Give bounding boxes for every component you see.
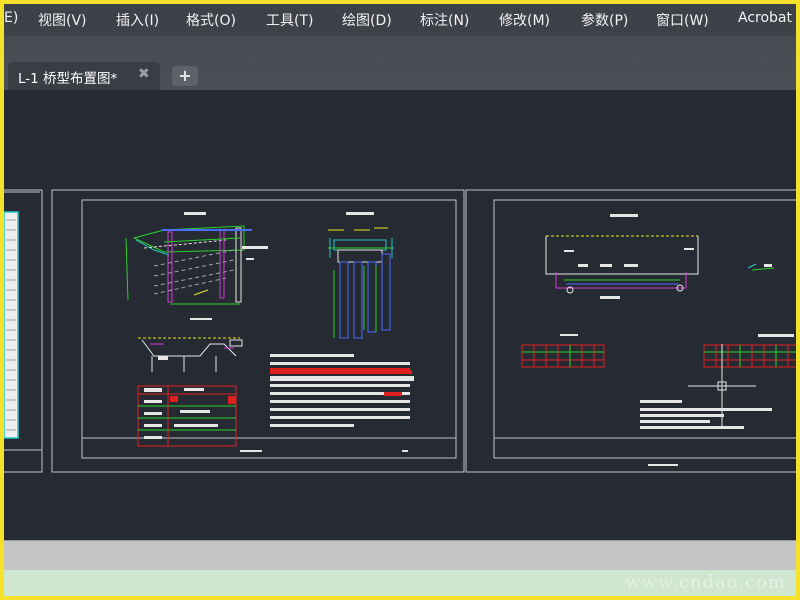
quantity-table-right-b bbox=[703, 334, 796, 368]
quantity-table-right-a bbox=[521, 334, 605, 368]
menu-item-format[interactable]: 格式(O) bbox=[186, 10, 236, 30]
bridge-elevation bbox=[125, 212, 268, 305]
sheet-middle bbox=[51, 189, 465, 473]
quantity-table-left bbox=[137, 385, 237, 447]
menu-item-acrobat[interactable]: Acrobat bbox=[738, 10, 792, 26]
command-line[interactable] bbox=[4, 540, 796, 570]
drawing-canvas[interactable] bbox=[4, 90, 796, 540]
pier-section bbox=[328, 212, 394, 339]
menu-item-modify[interactable]: 修改(M) bbox=[499, 10, 550, 30]
document-tab-strip: L-1 桥型布置图* ✖ + bbox=[4, 36, 796, 93]
menu-item-window[interactable]: 窗口(W) bbox=[656, 10, 709, 30]
menu-item-dimension[interactable]: 标注(N) bbox=[420, 10, 469, 30]
status-bar: www.cndao.com bbox=[4, 570, 796, 596]
close-icon[interactable]: ✖ bbox=[138, 66, 150, 82]
design-notes bbox=[640, 400, 772, 429]
sheet-left-table bbox=[4, 212, 18, 438]
menu-item-insert[interactable]: 插入(I) bbox=[116, 10, 159, 30]
menu-item-draw[interactable]: 绘图(D) bbox=[342, 10, 392, 30]
pier-cap-detail bbox=[138, 318, 243, 372]
menu-item-tools[interactable]: 工具(T) bbox=[266, 10, 313, 30]
crosshair-cursor bbox=[688, 344, 756, 426]
menu-item-edit-partial[interactable]: E) bbox=[4, 10, 18, 26]
menu-bar: E) 视图(V) 插入(I) 格式(O) 工具(T) 绘图(D) 标注(N) 修… bbox=[4, 4, 796, 36]
tab-bridge-layout[interactable]: L-1 桥型布置图* ✖ bbox=[8, 62, 160, 90]
tab-label: L-1 桥型布置图* bbox=[18, 71, 118, 87]
menu-item-view[interactable]: 视图(V) bbox=[38, 10, 87, 30]
deck-cross-section bbox=[545, 214, 775, 299]
site-watermark: www.cndao.com bbox=[625, 572, 786, 593]
cad-drawing bbox=[4, 189, 796, 473]
menu-item-parametric[interactable]: 参数(P) bbox=[581, 10, 628, 30]
new-tab-button[interactable]: + bbox=[172, 66, 198, 86]
sheet-right bbox=[465, 189, 796, 473]
app-window: E) 视图(V) 插入(I) 格式(O) 工具(T) 绘图(D) 标注(N) 修… bbox=[4, 4, 796, 596]
general-notes bbox=[270, 354, 414, 427]
